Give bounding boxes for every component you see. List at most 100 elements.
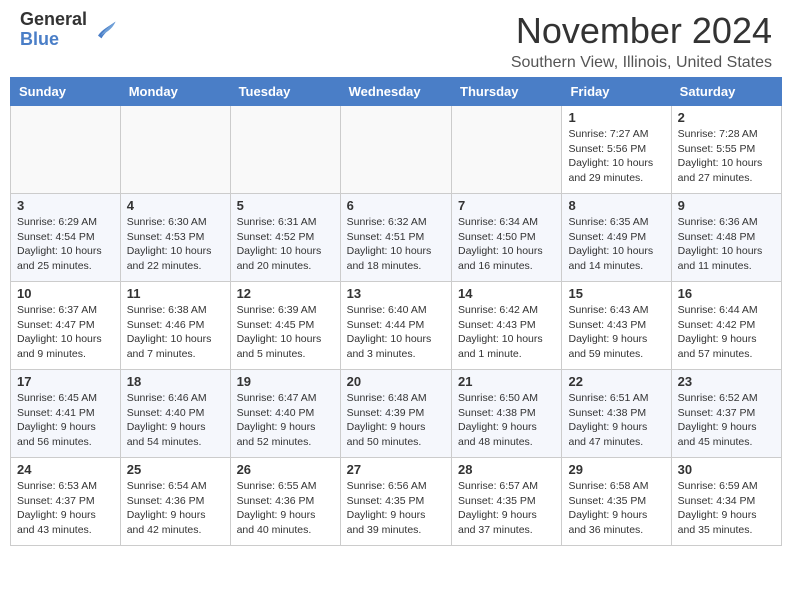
logo-bird-icon (91, 16, 119, 44)
calendar-day-cell (230, 106, 340, 194)
calendar-day-cell: 4Sunrise: 6:30 AM Sunset: 4:53 PM Daylig… (120, 194, 230, 282)
day-info: Sunrise: 6:39 AM Sunset: 4:45 PM Dayligh… (237, 303, 334, 362)
day-info: Sunrise: 6:51 AM Sunset: 4:38 PM Dayligh… (568, 391, 664, 450)
page-header: General Blue November 2024 Southern View… (0, 0, 792, 77)
calendar-day-cell (452, 106, 562, 194)
calendar-day-cell: 27 Sunrise: 6:56 AM Sunset: 4:35 PM Dayli… (340, 458, 451, 546)
day-number: 27 (347, 462, 445, 477)
calendar-table: SundayMondayTuesdayWednesdayThursdayFrid… (10, 77, 782, 546)
day-number: 6 (347, 198, 445, 213)
calendar-week-row: 3Sunrise: 6:29 AM Sunset: 4:54 PM Daylig… (11, 194, 782, 282)
calendar-day-cell: 28 Sunrise: 6:57 AM Sunset: 4:35 PM Dayli… (452, 458, 562, 546)
calendar-day-cell (120, 106, 230, 194)
calendar-day-cell: 26Sunrise: 6:55 AM Sunset: 4:36 PM Dayli… (230, 458, 340, 546)
calendar-day-cell: 10Sunrise: 6:37 AM Sunset: 4:47 PM Dayli… (11, 282, 121, 370)
day-info: Sunrise: 6:31 AM Sunset: 4:52 PM Dayligh… (237, 215, 334, 274)
day-info: Sunrise: 7:28 AM Sunset: 5:55 PM Dayligh… (678, 127, 775, 186)
calendar-day-cell: 7 Sunrise: 6:34 AM Sunset: 4:50 PM Daylig… (452, 194, 562, 282)
day-number: 21 (458, 374, 555, 389)
calendar-day-cell: 17 Sunrise: 6:45 AM Sunset: 4:41 PM Dayli… (11, 370, 121, 458)
day-number: 18 (127, 374, 224, 389)
weekday-header: Monday (120, 78, 230, 106)
calendar-day-cell: 12 Sunrise: 6:39 AM Sunset: 4:45 PM Dayli… (230, 282, 340, 370)
calendar-day-cell: 6 Sunrise: 6:32 AM Sunset: 4:51 PM Daylig… (340, 194, 451, 282)
day-info: Sunrise: 6:45 AM Sunset: 4:41 PM Dayligh… (17, 391, 114, 450)
day-number: 7 (458, 198, 555, 213)
day-info: Sunrise: 6:50 AM Sunset: 4:38 PM Dayligh… (458, 391, 555, 450)
weekday-header-row: SundayMondayTuesdayWednesdayThursdayFrid… (11, 78, 782, 106)
day-number: 15 (568, 286, 664, 301)
day-info: Sunrise: 6:58 AM Sunset: 4:35 PM Dayligh… (568, 479, 664, 538)
calendar-week-row: 1Sunrise: 7:27 AM Sunset: 5:56 PM Daylig… (11, 106, 782, 194)
calendar-day-cell: 21 Sunrise: 6:50 AM Sunset: 4:38 PM Dayli… (452, 370, 562, 458)
calendar-day-cell: 8 Sunrise: 6:35 AM Sunset: 4:49 PM Daylig… (562, 194, 671, 282)
weekday-header: Thursday (452, 78, 562, 106)
day-number: 10 (17, 286, 114, 301)
weekday-header: Tuesday (230, 78, 340, 106)
weekday-header: Wednesday (340, 78, 451, 106)
day-info: Sunrise: 6:52 AM Sunset: 4:37 PM Dayligh… (678, 391, 775, 450)
calendar-day-cell: 9 Sunrise: 6:36 AM Sunset: 4:48 PM Daylig… (671, 194, 781, 282)
weekday-header: Sunday (11, 78, 121, 106)
calendar-day-cell: 23 Sunrise: 6:52 AM Sunset: 4:37 PM Dayli… (671, 370, 781, 458)
calendar-day-cell: 29 Sunrise: 6:58 AM Sunset: 4:35 PM Dayli… (562, 458, 671, 546)
calendar-day-cell: 14 Sunrise: 6:42 AM Sunset: 4:43 PM Dayli… (452, 282, 562, 370)
day-info: Sunrise: 6:46 AM Sunset: 4:40 PM Dayligh… (127, 391, 224, 450)
calendar-week-row: 24Sunrise: 6:53 AM Sunset: 4:37 PM Dayli… (11, 458, 782, 546)
day-info: Sunrise: 6:32 AM Sunset: 4:51 PM Dayligh… (347, 215, 445, 274)
day-number: 17 (17, 374, 114, 389)
day-info: Sunrise: 6:44 AM Sunset: 4:42 PM Dayligh… (678, 303, 775, 362)
day-number: 8 (568, 198, 664, 213)
day-number: 24 (17, 462, 114, 477)
month-title: November 2024 (511, 10, 772, 52)
day-number: 2 (678, 110, 775, 125)
calendar-day-cell: 5Sunrise: 6:31 AM Sunset: 4:52 PM Daylig… (230, 194, 340, 282)
day-info: Sunrise: 6:29 AM Sunset: 4:54 PM Dayligh… (17, 215, 114, 274)
day-number: 14 (458, 286, 555, 301)
day-number: 9 (678, 198, 775, 213)
calendar-day-cell: 18 Sunrise: 6:46 AM Sunset: 4:40 PM Dayli… (120, 370, 230, 458)
day-number: 23 (678, 374, 775, 389)
day-number: 28 (458, 462, 555, 477)
calendar-day-cell (340, 106, 451, 194)
day-info: Sunrise: 6:42 AM Sunset: 4:43 PM Dayligh… (458, 303, 555, 362)
calendar-day-cell: 24Sunrise: 6:53 AM Sunset: 4:37 PM Dayli… (11, 458, 121, 546)
day-number: 25 (127, 462, 224, 477)
logo-general: General (20, 10, 87, 30)
day-info: Sunrise: 7:27 AM Sunset: 5:56 PM Dayligh… (568, 127, 664, 186)
day-number: 22 (568, 374, 664, 389)
calendar-day-cell: 22 Sunrise: 6:51 AM Sunset: 4:38 PM Dayli… (562, 370, 671, 458)
calendar-day-cell: 20Sunrise: 6:48 AM Sunset: 4:39 PM Dayli… (340, 370, 451, 458)
calendar-day-cell: 16Sunrise: 6:44 AM Sunset: 4:42 PM Dayli… (671, 282, 781, 370)
logo-text: General Blue (20, 10, 87, 50)
day-number: 29 (568, 462, 664, 477)
calendar-day-cell: 15Sunrise: 6:43 AM Sunset: 4:43 PM Dayli… (562, 282, 671, 370)
day-info: Sunrise: 6:34 AM Sunset: 4:50 PM Dayligh… (458, 215, 555, 274)
calendar-day-cell: 1Sunrise: 7:27 AM Sunset: 5:56 PM Daylig… (562, 106, 671, 194)
calendar-day-cell: 11 Sunrise: 6:38 AM Sunset: 4:46 PM Dayli… (120, 282, 230, 370)
logo-blue: Blue (20, 30, 87, 50)
day-info: Sunrise: 6:35 AM Sunset: 4:49 PM Dayligh… (568, 215, 664, 274)
day-number: 20 (347, 374, 445, 389)
weekday-header: Saturday (671, 78, 781, 106)
title-section: November 2024 Southern View, Illinois, U… (511, 10, 772, 72)
day-info: Sunrise: 6:56 AM Sunset: 4:35 PM Dayligh… (347, 479, 445, 538)
calendar-day-cell: 13 Sunrise: 6:40 AM Sunset: 4:44 PM Dayli… (340, 282, 451, 370)
calendar-week-row: 10Sunrise: 6:37 AM Sunset: 4:47 PM Dayli… (11, 282, 782, 370)
calendar-day-cell: 30Sunrise: 6:59 AM Sunset: 4:34 PM Dayli… (671, 458, 781, 546)
calendar-day-cell: 25Sunrise: 6:54 AM Sunset: 4:36 PM Dayli… (120, 458, 230, 546)
location: Southern View, Illinois, United States (511, 54, 772, 72)
day-info: Sunrise: 6:36 AM Sunset: 4:48 PM Dayligh… (678, 215, 775, 274)
day-number: 30 (678, 462, 775, 477)
day-info: Sunrise: 6:38 AM Sunset: 4:46 PM Dayligh… (127, 303, 224, 362)
logo: General Blue (20, 10, 119, 50)
calendar-day-cell: 2 Sunrise: 7:28 AM Sunset: 5:55 PM Daylig… (671, 106, 781, 194)
weekday-header: Friday (562, 78, 671, 106)
day-number: 19 (237, 374, 334, 389)
day-info: Sunrise: 6:40 AM Sunset: 4:44 PM Dayligh… (347, 303, 445, 362)
calendar-day-cell (11, 106, 121, 194)
day-number: 11 (127, 286, 224, 301)
day-info: Sunrise: 6:57 AM Sunset: 4:35 PM Dayligh… (458, 479, 555, 538)
day-number: 12 (237, 286, 334, 301)
day-number: 13 (347, 286, 445, 301)
